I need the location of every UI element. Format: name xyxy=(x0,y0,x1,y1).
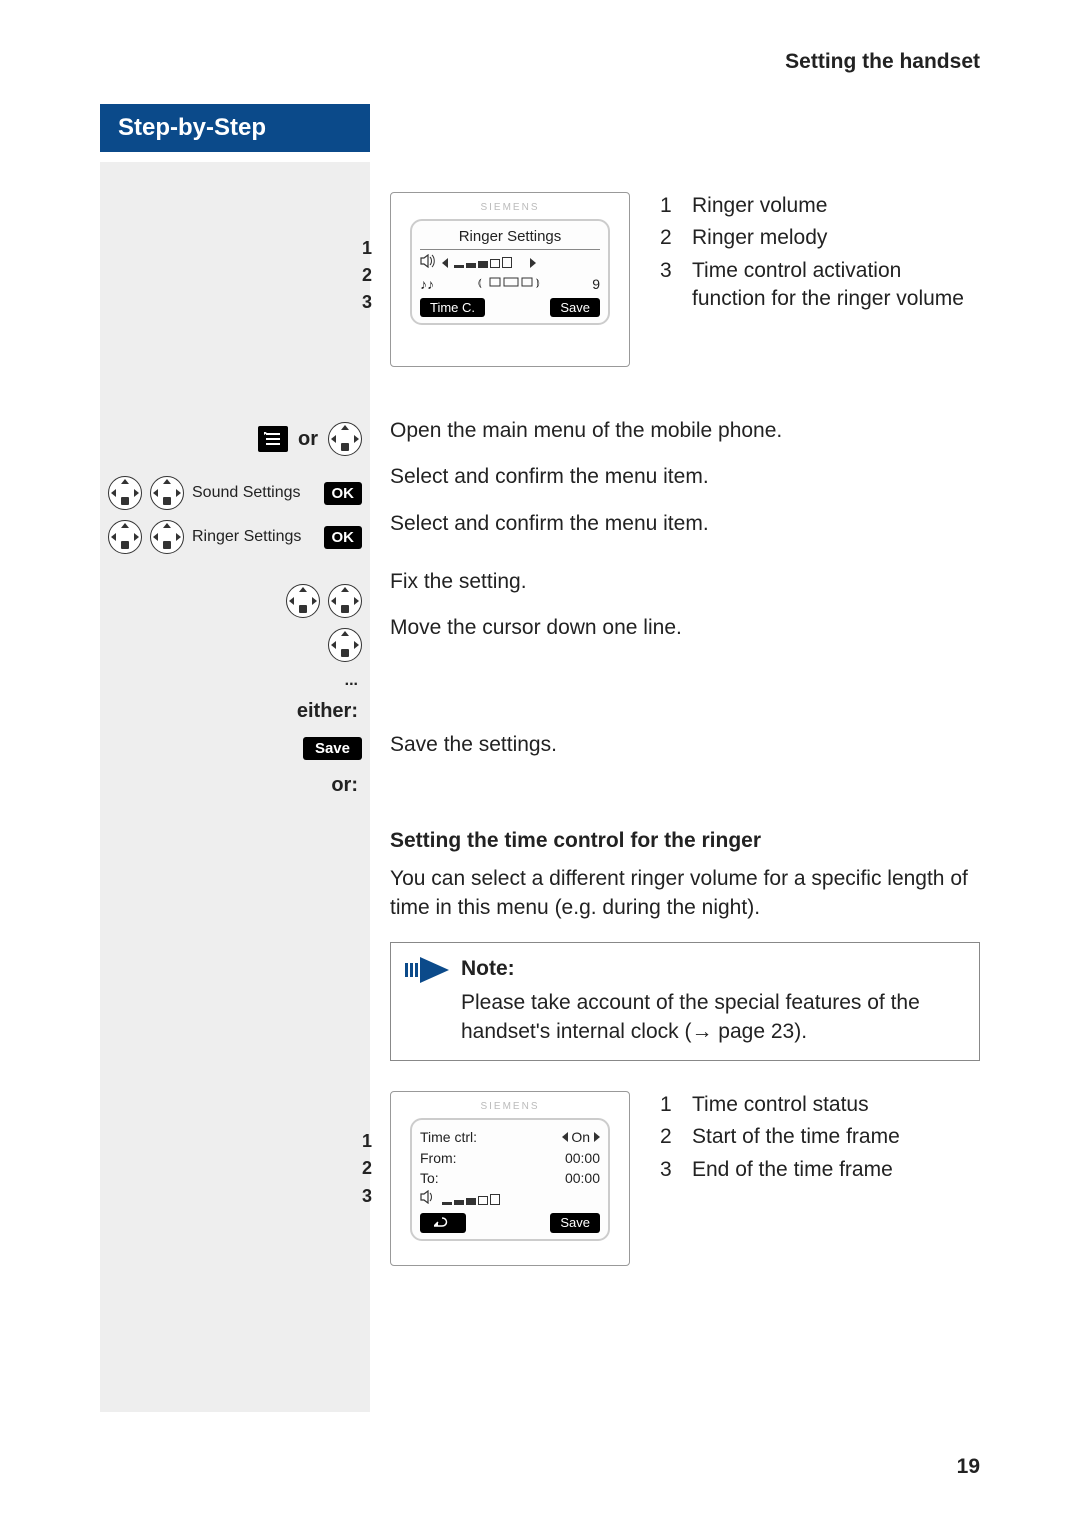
nav-icon xyxy=(286,584,320,618)
lcd-value: 00:00 xyxy=(565,1169,600,1188)
content: 1 2 3 SIEMENS Ringer Settings xyxy=(370,162,980,1412)
nav-icon xyxy=(328,584,362,618)
step-save: Save the settings. xyxy=(390,731,980,759)
note-body: Please take account of the special featu… xyxy=(461,989,963,1046)
melody-icon: ♪♪ xyxy=(420,275,434,294)
softkey-left: Time C. xyxy=(420,298,485,318)
sidebar: or Sound Settings OK Ringer Settings OK … xyxy=(100,162,370,1412)
note-title: Note: xyxy=(461,955,963,983)
step-fix: Fix the setting. xyxy=(390,568,980,596)
nav-icon xyxy=(328,628,362,662)
time-control-para: You can select a different ringer volume… xyxy=(390,865,980,922)
or-label: or xyxy=(298,428,318,451)
lcd-title: Ringer Settings xyxy=(420,227,600,250)
nav-icon xyxy=(108,476,142,510)
phone-screen-1: SIEMENS Ringer Settings ♪♪ xyxy=(390,192,630,367)
step-move: Move the cursor down one line. xyxy=(390,614,980,642)
lcd-value: 00:00 xyxy=(565,1149,600,1168)
legend-2: 1Time control status 2Start of the time … xyxy=(660,1091,900,1188)
svg-text:⦅: ⦅ xyxy=(478,277,482,289)
nav-icon xyxy=(150,476,184,510)
step-open-menu: Open the main menu of the mobile phone. xyxy=(390,417,980,445)
step-by-step-title: Step-by-Step xyxy=(100,104,370,152)
or-label-2: or: xyxy=(100,774,370,797)
callout-numbers-2: 1 2 3 xyxy=(362,1129,372,1211)
softkey-right: Save xyxy=(550,298,600,318)
svg-text:⦆: ⦆ xyxy=(536,277,540,289)
either-label: either: xyxy=(100,700,370,723)
step-select-1: Select and confirm the menu item. xyxy=(390,463,980,491)
nav-icon xyxy=(108,520,142,554)
lcd-label: From: xyxy=(420,1149,457,1168)
note-arrow-icon xyxy=(405,957,449,983)
ellipsis: ... xyxy=(100,672,370,690)
page-number: 19 xyxy=(957,1455,980,1479)
note-box: Note: Please take account of the special… xyxy=(390,942,980,1061)
ok-button: OK xyxy=(324,526,363,549)
menu-item-ringer: Ringer Settings xyxy=(192,528,301,546)
ok-button: OK xyxy=(324,482,363,505)
melody-value: 9 xyxy=(592,275,600,294)
time-control-heading: Setting the time control for the ringer xyxy=(390,827,980,855)
callout-numbers: 1 2 3 xyxy=(362,236,372,318)
legend-1: 1Ringer volume 2Ringer melody 3Time cont… xyxy=(660,192,980,317)
lcd-label: Time ctrl: xyxy=(420,1128,477,1147)
nav-icon xyxy=(150,520,184,554)
phone-brand: SIEMENS xyxy=(480,1100,539,1114)
nav-icon xyxy=(328,422,362,456)
step-select-2: Select and confirm the menu item. xyxy=(390,510,980,538)
speaker-icon xyxy=(420,1190,436,1209)
speaker-icon xyxy=(420,254,436,273)
phone-brand: SIEMENS xyxy=(480,201,539,215)
phone-screen-2: SIEMENS Time ctrl: On From: 00:00 To: xyxy=(390,1091,630,1266)
lcd-label: To: xyxy=(420,1169,439,1188)
softkey-back-icon xyxy=(420,1213,466,1233)
menu-icon xyxy=(258,426,288,452)
lcd-value: On xyxy=(571,1129,590,1145)
softkey-right: Save xyxy=(550,1213,600,1233)
menu-item-sound: Sound Settings xyxy=(192,484,301,502)
section-header: Setting the handset xyxy=(100,50,980,74)
save-button: Save xyxy=(303,737,362,760)
